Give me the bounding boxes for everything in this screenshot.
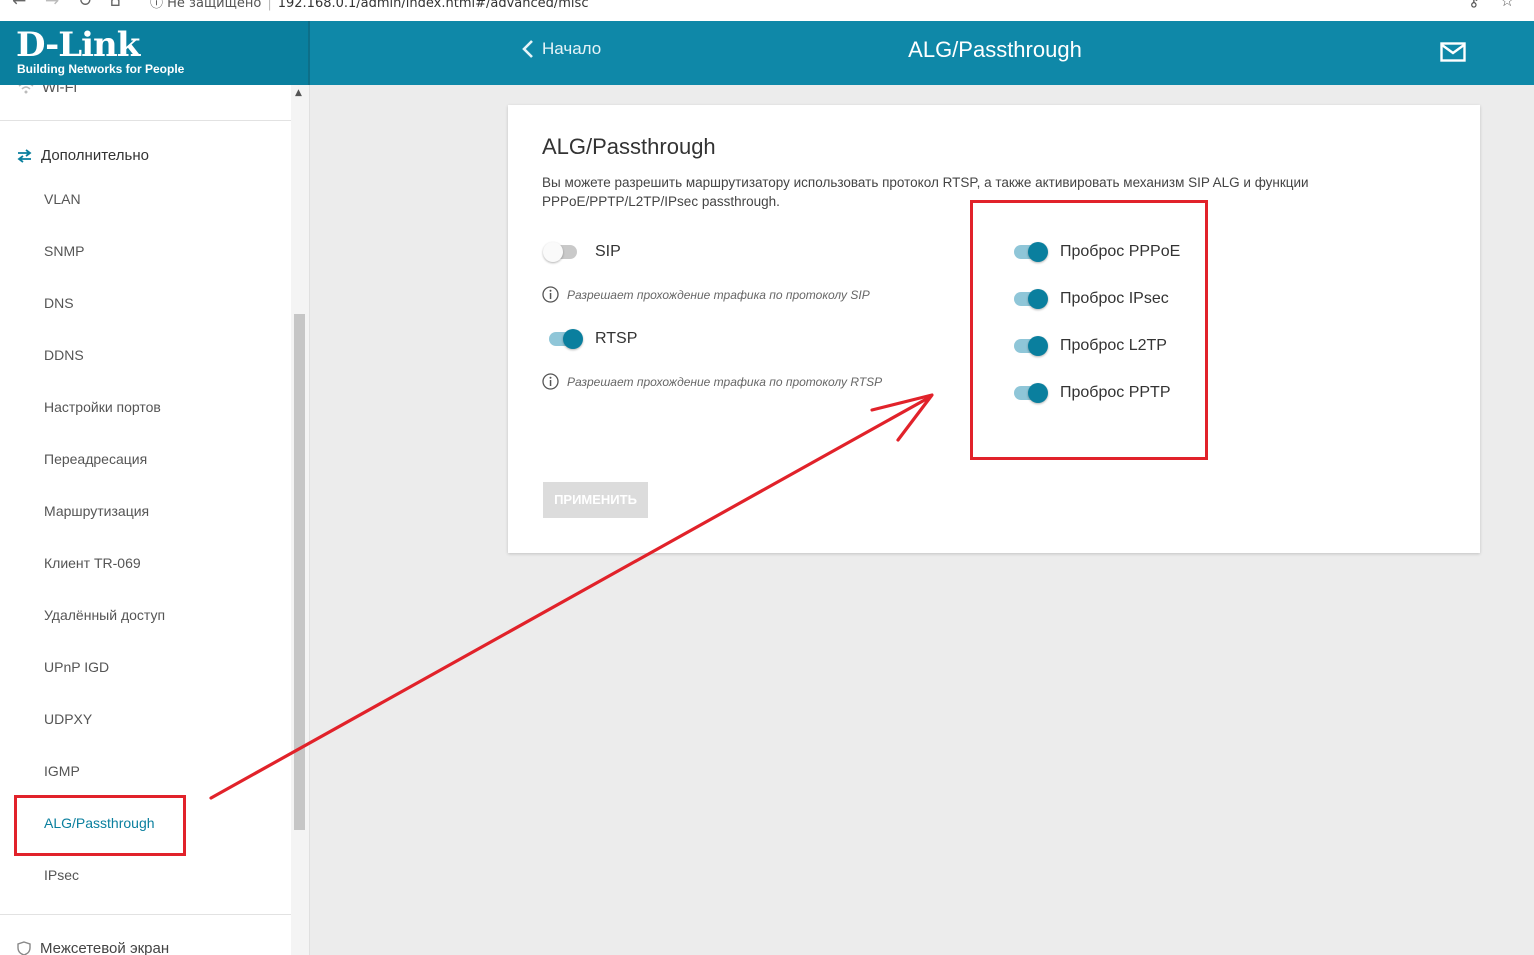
key-icon[interactable]: ⚷ — [1468, 0, 1480, 10]
divider — [0, 914, 291, 915]
info-icon: ⓘ — [150, 0, 164, 11]
sidebar-item-port-settings[interactable]: Настройки портов — [44, 399, 161, 415]
rtsp-toggle[interactable] — [547, 329, 583, 349]
section-label: Межсетевой экран — [40, 940, 170, 955]
back-label: Начало — [542, 39, 602, 58]
scroll-up-icon[interactable]: ▲ — [295, 88, 302, 98]
sidebar-item-label: Wi-Fi — [42, 85, 77, 96]
logo-tagline: Building Networks for People — [17, 62, 185, 76]
sidebar-item-upnp[interactable]: UPnP IGD — [44, 659, 109, 675]
url-text: 192.168.0.1/admin/index.html#/advanced/m… — [277, 0, 589, 11]
highlight-box-passthrough — [970, 200, 1208, 460]
sidebar-item-remote-access[interactable]: Удалённый доступ — [44, 607, 165, 623]
logo: D-Link Building Networks for People — [0, 21, 310, 85]
page-title: ALG/Passthrough — [908, 37, 1082, 62]
highlight-box-menu-item — [14, 795, 186, 856]
card-title: ALG/Passthrough — [542, 134, 716, 159]
transfer-icon — [17, 148, 32, 163]
sidebar-item-tr069[interactable]: Клиент TR-069 — [44, 555, 141, 571]
mail-icon[interactable] — [1440, 42, 1466, 66]
address-bar[interactable]: ⓘ Не защищено | 192.168.0.1/admin/index.ht… — [150, 0, 588, 11]
sidebar-item-igmp[interactable]: IGMP — [44, 763, 80, 779]
rtsp-hint: Разрешает прохождение трафика по протоко… — [542, 373, 882, 390]
sidebar-item-ddns[interactable]: DDNS — [44, 347, 84, 363]
sidebar-item-wifi[interactable]: Wi-Fi — [18, 85, 77, 96]
back-home-link[interactable]: Начало — [522, 39, 601, 59]
sip-label: SIP — [595, 243, 621, 260]
apply-button[interactable]: ПРИМЕНИТЬ — [543, 482, 648, 518]
sidebar-item-udpxy[interactable]: UDPXY — [44, 711, 92, 727]
wifi-icon — [18, 85, 34, 93]
reload-icon[interactable]: ↻ — [78, 0, 92, 11]
sip-toggle[interactable] — [543, 242, 579, 262]
forward-arrow-icon[interactable]: → — [45, 0, 59, 11]
info-circle-icon — [542, 286, 559, 303]
rtsp-label: RTSP — [595, 330, 638, 347]
hint-text: Разрешает прохождение трафика по протоко… — [567, 374, 883, 389]
star-icon[interactable]: ☆ — [1500, 0, 1514, 10]
chevron-left-icon — [522, 40, 533, 58]
scrollbar-thumb[interactable] — [294, 314, 305, 830]
logo-text: D-Link — [16, 25, 140, 65]
sip-hint: Разрешает прохождение трафика по протоко… — [542, 286, 870, 303]
sidebar-item-ipsec[interactable]: IPsec — [44, 867, 79, 883]
back-arrow-icon[interactable]: ← — [12, 0, 26, 11]
app-header: D-Link Building Networks for People Нача… — [0, 21, 1534, 85]
divider — [0, 120, 291, 121]
sidebar-item-vlan[interactable]: VLAN — [44, 191, 81, 207]
hint-text: Разрешает прохождение трафика по протоко… — [567, 287, 870, 302]
browser-toolbar: ← → ↻ ⌂ ⓘ Не защищено | 192.168.0.1/admin/… — [0, 0, 1534, 22]
sidebar-section-advanced[interactable]: Дополнительно — [17, 147, 149, 164]
sidebar-item-forwarding[interactable]: Переадресация — [44, 451, 147, 467]
section-label: Дополнительно — [41, 147, 149, 164]
sidebar-item-routing[interactable]: Маршрутизация — [44, 503, 149, 519]
home-icon[interactable]: ⌂ — [110, 0, 121, 11]
sidebar-section-firewall[interactable]: Межсетевой экран — [17, 940, 169, 955]
info-circle-icon — [542, 373, 559, 390]
security-label: Не защищено — [167, 0, 262, 11]
shield-icon — [17, 941, 31, 955]
sidebar-item-snmp[interactable]: SNMP — [44, 243, 84, 259]
sidebar-item-dns[interactable]: DNS — [44, 295, 74, 311]
